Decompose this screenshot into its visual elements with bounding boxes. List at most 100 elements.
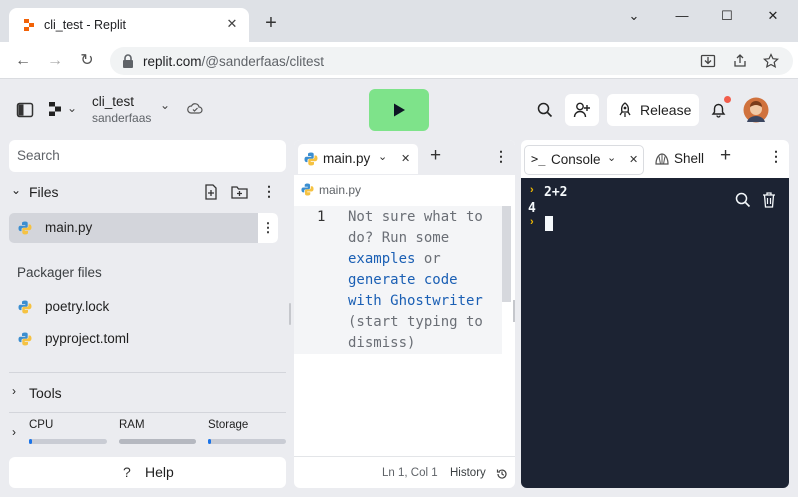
chevron-right-icon[interactable]: ›: [12, 384, 16, 398]
generate-code-link[interactable]: generate code: [348, 270, 483, 291]
close-icon[interactable]: ✕: [629, 153, 638, 166]
hint-line: (start typing to: [348, 314, 483, 330]
pane-menu-icon[interactable]: ⋮: [494, 148, 508, 165]
file-item[interactable]: poetry.lock: [9, 292, 278, 322]
file-menu-icon[interactable]: ⋮: [258, 213, 278, 243]
chevron-down-icon[interactable]: ⌄: [607, 151, 616, 164]
resource-label: RAM: [119, 419, 145, 431]
cursor-position[interactable]: Ln 1, Col 1: [382, 467, 438, 479]
install-icon[interactable]: [700, 53, 716, 69]
tab-shell[interactable]: Shell: [655, 145, 715, 175]
search-placeholder: Search: [17, 148, 60, 163]
python-icon: [304, 152, 318, 166]
lock-icon: [123, 54, 133, 68]
resources-panel[interactable]: CPU RAM Storage: [29, 419, 286, 449]
tab-console[interactable]: >_ Console ⌄ ✕: [524, 145, 644, 175]
close-tab-icon[interactable]: ✕: [224, 16, 240, 32]
breadcrumb[interactable]: main.py: [319, 183, 361, 197]
history-icon[interactable]: [496, 468, 508, 480]
ram-bar-fill: [119, 439, 196, 444]
url-path: /@sanderfaas/clitest: [201, 54, 325, 69]
sidebar-resize-handle[interactable]: [289, 303, 291, 325]
back-button[interactable]: ←: [13, 51, 33, 71]
add-tab-icon[interactable]: +: [430, 145, 441, 167]
replit-workspace: ⌄ cli_test sanderfaas ⌄ Release Search ⌄…: [0, 79, 798, 497]
trash-icon[interactable]: [761, 191, 777, 208]
files-section-title[interactable]: Files: [29, 184, 59, 200]
tab-label: Console: [551, 152, 601, 167]
tab-label: main.py: [323, 151, 371, 166]
url-text: replit.com/@sanderfaas/clitest: [143, 54, 324, 69]
address-bar[interactable]: replit.com/@sanderfaas/clitest: [110, 47, 793, 75]
search-icon[interactable]: [537, 102, 553, 118]
tab-title: cli_test - Replit: [44, 18, 126, 32]
search-icon[interactable]: [735, 192, 751, 208]
chevron-right-icon[interactable]: ›: [12, 425, 16, 439]
bell-icon[interactable]: [710, 101, 727, 118]
chevron-down-icon[interactable]: ⌄: [160, 98, 170, 112]
tab-main-py[interactable]: main.py ⌄ ✕: [298, 144, 418, 174]
tab-label: Shell: [674, 151, 705, 166]
maximize-button[interactable]: ☐: [712, 6, 742, 26]
cloud-check-icon[interactable]: [187, 102, 203, 116]
examples-link[interactable]: examples: [348, 251, 415, 267]
chevron-down-icon[interactable]: ⌄: [619, 6, 649, 26]
storage-bar-fill: [208, 439, 212, 444]
release-button[interactable]: Release: [607, 94, 699, 126]
code-editor[interactable]: 1 Not sure what to do? Run some examples o…: [294, 206, 502, 354]
files-menu-icon[interactable]: ⋮: [262, 183, 276, 200]
invite-button[interactable]: [565, 94, 599, 126]
help-icon: ?: [123, 464, 131, 480]
chevron-down-icon[interactable]: ⌄: [378, 150, 387, 163]
reload-button[interactable]: ↻: [77, 51, 97, 71]
close-window-button[interactable]: ✕: [758, 6, 788, 26]
project-owner[interactable]: sanderfaas: [92, 111, 151, 125]
ghostwriter-link[interactable]: with Ghostwriter: [348, 291, 483, 312]
file-label: poetry.lock: [45, 299, 110, 314]
close-icon[interactable]: ✕: [401, 152, 410, 165]
new-file-icon[interactable]: [204, 184, 218, 200]
divider: [294, 456, 515, 457]
file-item[interactable]: pyproject.toml: [9, 324, 278, 354]
browser-tab[interactable]: cli_test - Replit ✕: [9, 8, 249, 42]
divider: [9, 412, 286, 413]
pane-resize-handle[interactable]: [513, 300, 515, 322]
hint-line: Not sure what to: [348, 209, 483, 225]
line-number: 1: [317, 209, 326, 225]
star-icon[interactable]: [763, 53, 779, 69]
search-input[interactable]: Search: [9, 140, 286, 172]
run-button[interactable]: [369, 89, 429, 131]
chevron-down-icon: ⌄: [67, 101, 78, 115]
help-button[interactable]: ? Help: [9, 457, 286, 488]
storage-bar: [208, 439, 286, 444]
replit-menu[interactable]: ⌄: [48, 99, 80, 121]
shell-icon: [655, 153, 669, 165]
hint-line: dismiss): [348, 335, 416, 351]
new-folder-icon[interactable]: [231, 185, 248, 199]
project-name[interactable]: cli_test: [92, 94, 134, 109]
pane-menu-icon[interactable]: ⋮: [769, 148, 783, 165]
console-output-line: 4: [528, 201, 536, 216]
cpu-bar: [29, 439, 107, 444]
ghostwriter-hint: Not sure what to do? Run some examples or g…: [348, 207, 483, 354]
share-icon[interactable]: [732, 53, 748, 69]
resource-label: Storage: [208, 419, 249, 431]
minimize-button[interactable]: —: [667, 6, 697, 26]
avatar[interactable]: [743, 97, 769, 123]
python-icon: [18, 332, 32, 346]
history-label[interactable]: History: [450, 467, 486, 479]
add-tab-icon[interactable]: +: [720, 145, 731, 167]
rocket-icon: [619, 102, 631, 117]
console-output[interactable]: › 2+2 4 ›: [521, 178, 789, 488]
file-item[interactable]: main.py ⋮: [9, 213, 278, 243]
python-icon: [301, 183, 314, 196]
chevron-down-icon[interactable]: ⌄: [11, 183, 21, 197]
forward-button[interactable]: →: [45, 51, 65, 71]
new-tab-button[interactable]: +: [261, 13, 281, 34]
tools-section-title[interactable]: Tools: [29, 385, 62, 401]
editor-scrollbar[interactable]: [502, 206, 511, 302]
ram-bar: [119, 439, 196, 444]
prompt-icon: ›: [530, 216, 534, 228]
sidebar-toggle-icon[interactable]: [16, 101, 34, 119]
browser-window: cli_test - Replit ✕ + ⌄ — ☐ ✕ ← → ↻ repl…: [0, 0, 798, 497]
